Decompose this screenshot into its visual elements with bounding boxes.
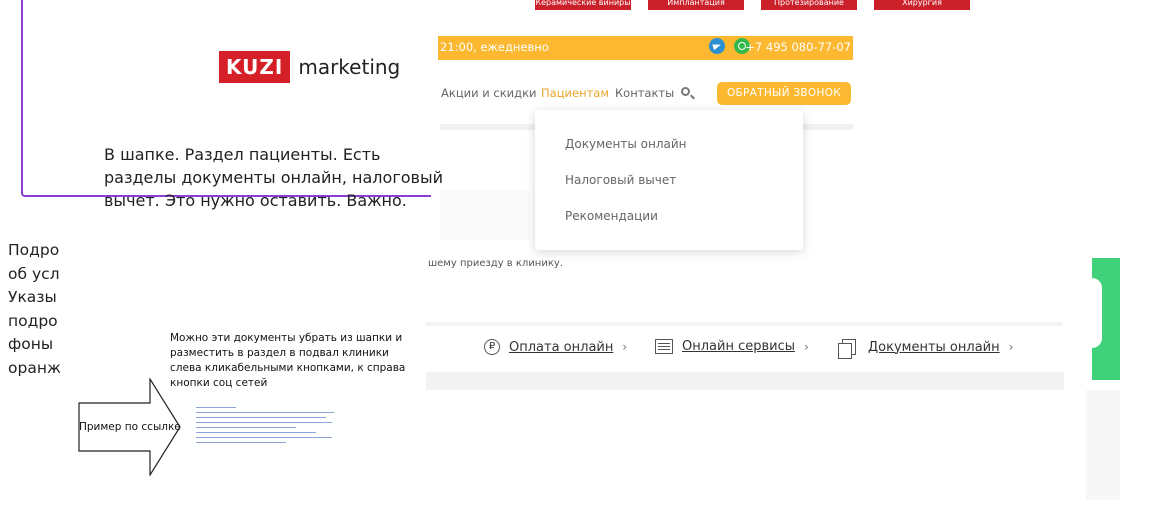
text-line: фоны — [8, 335, 54, 353]
documents-icon — [838, 339, 856, 359]
nav-promo[interactable]: Акции и скидки — [441, 86, 537, 100]
tab-prosthetics[interactable]: Протезирование — [761, 0, 857, 10]
service-label[interactable]: Оплата онлайн — [509, 340, 613, 355]
truncated-text: Подро об усл Указы подро фоны оранж — [8, 239, 60, 380]
dropdown-item-documents[interactable]: Документы онлайн — [565, 137, 686, 151]
chevron-right-icon: › — [622, 340, 628, 354]
chevron-right-icon: › — [804, 339, 809, 354]
patients-dropdown: Документы онлайн Налоговый вычет Рекомен… — [535, 110, 803, 250]
comment-note: Можно эти документы убрать из шапки и ра… — [170, 332, 406, 389]
phone-number[interactable]: +7 495 080-77-07 — [745, 40, 851, 54]
service-documents[interactable]: Документы онлайн › — [838, 339, 1014, 359]
main-note: В шапке. Раздел пациенты. Есть разделы д… — [104, 145, 443, 210]
dropdown-item-tax-deduction[interactable]: Налоговый вычет — [565, 173, 676, 187]
faint-background — [440, 190, 530, 240]
text-line: оранж — [8, 358, 60, 377]
green-banner — [1092, 258, 1120, 380]
search-icon[interactable] — [681, 87, 690, 96]
text-line: об усл — [8, 264, 60, 283]
divider — [426, 322, 1062, 326]
tab-surgery[interactable]: Хирургия — [874, 0, 970, 10]
logo-box: KUZI — [219, 51, 291, 83]
chevron-right-icon: › — [1008, 340, 1014, 354]
service-label[interactable]: Документы онлайн — [868, 340, 1000, 355]
nav-patients[interactable]: Пациентам — [541, 86, 609, 100]
text-line: подро — [8, 311, 58, 330]
service-icon — [655, 339, 673, 354]
service-label[interactable]: Онлайн сервисы — [682, 339, 795, 354]
tab-implantation[interactable]: Имплантация — [648, 0, 744, 10]
dropdown-item-recommendations[interactable]: Рекомендации — [565, 209, 658, 223]
divider — [426, 372, 1064, 390]
working-hours: 21:00, ежедневно — [440, 40, 549, 54]
service-payment[interactable]: ₽ Оплата онлайн › — [484, 339, 627, 355]
service-online[interactable]: Онлайн сервисы › — [655, 339, 809, 354]
arrow-label: Пример по ссылке — [79, 421, 181, 433]
top-bar: 21:00, ежедневно +7 495 080-77-07 — [438, 36, 853, 60]
page-text-fragment: шему приезду в клинику. — [428, 258, 563, 269]
nav-contacts[interactable]: Контакты — [615, 86, 674, 100]
text-line: Указы — [8, 288, 57, 306]
tab-veneers[interactable]: Керамические виниры — [535, 0, 631, 10]
logo-text: marketing — [298, 55, 401, 79]
link-example[interactable] — [196, 407, 338, 449]
text-line: Подро — [8, 241, 60, 259]
callback-button[interactable]: ОБРАТНЫЙ ЗВОНОК — [717, 82, 851, 105]
kuzi-logo: KUZI marketing — [219, 51, 400, 83]
ruble-icon: ₽ — [484, 339, 500, 355]
faint-background — [1086, 390, 1120, 500]
service-tabs: Керамические виниры Имплантация Протезир… — [535, 0, 970, 10]
telegram-icon[interactable] — [709, 38, 725, 54]
